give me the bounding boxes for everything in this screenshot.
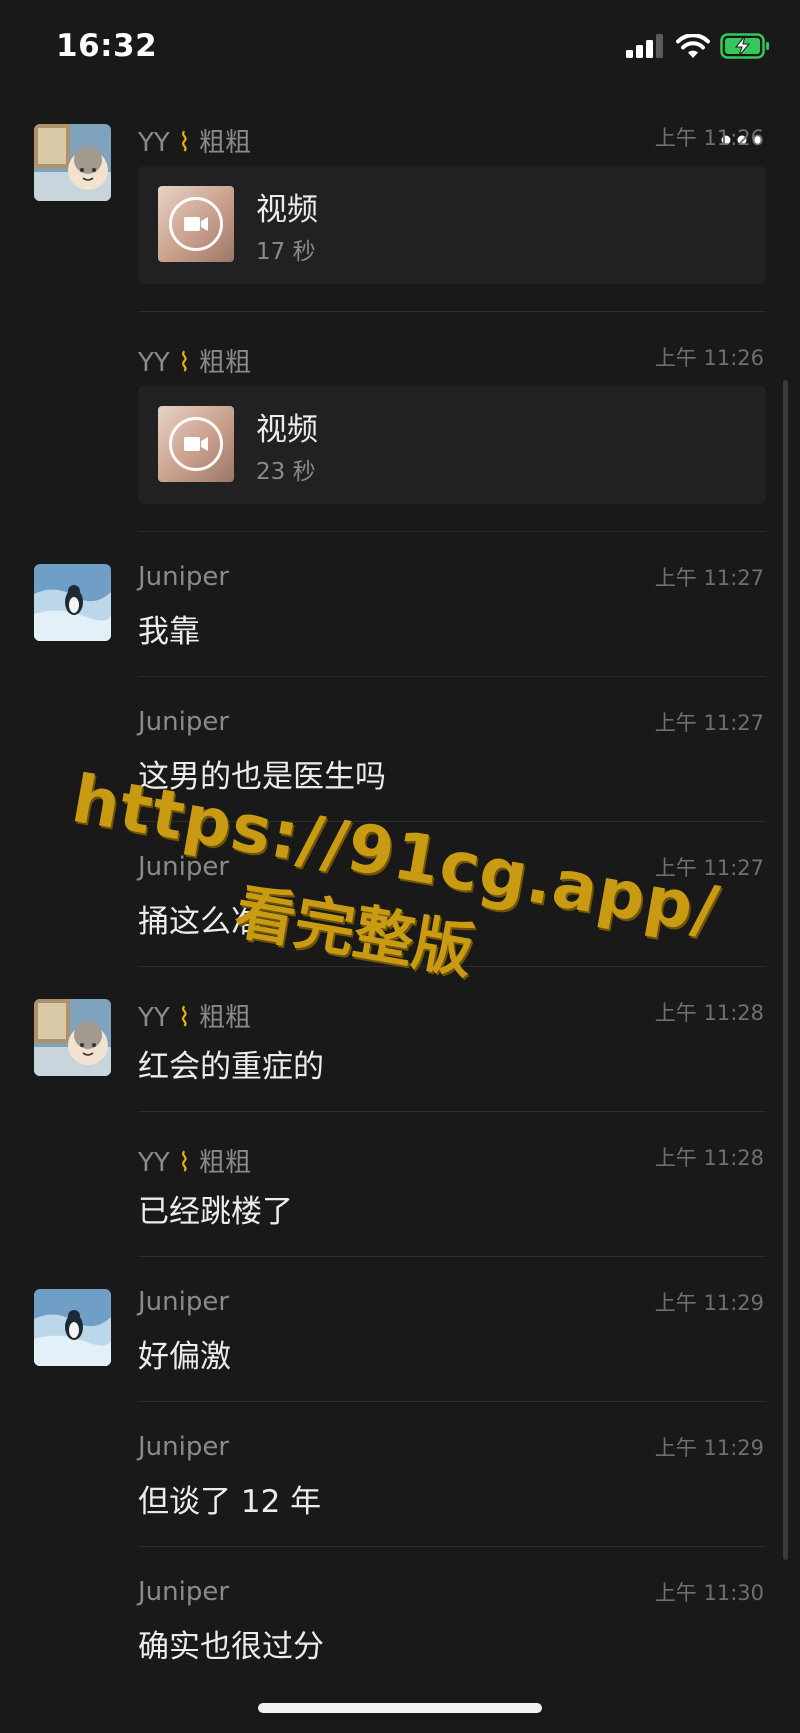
message-time: 上午 11:27 — [654, 711, 764, 735]
leg-emoji-icon: ⌇ — [178, 1003, 191, 1033]
sender-name: YY ⌇ 粗粗 — [138, 128, 252, 158]
battery-charging-icon — [720, 33, 769, 59]
message-item: Juniper 上午 11:29 好偏激 — [0, 1281, 800, 1402]
leg-emoji-icon: ⌇ — [178, 128, 191, 158]
video-message-card[interactable]: 视频 17 秒 — [138, 166, 766, 284]
sender-name: Juniper — [138, 1287, 230, 1317]
message-text: 但谈了 12 年 — [138, 1484, 322, 1520]
sender-name: Juniper — [138, 1432, 230, 1462]
video-duration: 17 秒 — [256, 239, 316, 265]
message-time: 上午 11:27 — [654, 566, 764, 590]
message-item: YY ⌇ 粗粗 上午 11:26 视频 23 秒 — [0, 336, 800, 536]
divider — [138, 1256, 766, 1257]
message-item: YY ⌇ 粗粗 上午 11:28 已经跳楼了 — [0, 1136, 800, 1257]
avatar[interactable] — [34, 124, 111, 201]
sender-name: YY ⌇ 粗粗 — [138, 1148, 252, 1178]
cellular-signal-icon — [626, 34, 663, 58]
message-time: 上午 11:29 — [654, 1291, 764, 1315]
divider — [138, 1111, 766, 1112]
message-time: 上午 11:30 — [654, 1581, 764, 1605]
message-item: Juniper 上午 11:29 但谈了 12 年 — [0, 1426, 800, 1547]
avatar[interactable] — [34, 999, 111, 1076]
scrollbar[interactable] — [783, 380, 788, 1560]
message-item: YY ⌇ 粗粗 上午 11:26 视频 17 秒 — [0, 116, 800, 316]
message-item: Juniper 上午 11:30 确实也很过分 — [0, 1571, 800, 1681]
video-title: 视频 — [256, 192, 318, 228]
status-time: 16:32 — [56, 28, 158, 64]
video-thumbnail — [158, 406, 234, 482]
sender-name: YY ⌇ 粗粗 — [138, 348, 252, 378]
wifi-icon — [676, 33, 710, 58]
video-message-card[interactable]: 视频 23 秒 — [138, 386, 766, 504]
sender-name: Juniper — [138, 1577, 230, 1607]
message-text: 确实也很过分 — [138, 1629, 324, 1665]
video-camera-icon — [169, 417, 223, 471]
home-indicator[interactable] — [258, 1703, 542, 1713]
video-duration: 23 秒 — [256, 459, 316, 485]
message-time: 上午 11:29 — [654, 1436, 764, 1460]
leg-emoji-icon: ⌇ — [178, 1148, 191, 1178]
message-time: 上午 11:26 — [654, 126, 764, 150]
message-text: 好偏激 — [138, 1339, 231, 1375]
divider — [138, 311, 766, 312]
message-text: 我靠 — [138, 614, 200, 650]
video-thumbnail — [158, 186, 234, 262]
message-text: 红会的重症的 — [138, 1049, 324, 1085]
divider — [138, 676, 766, 677]
message-text: 已经跳楼了 — [138, 1194, 293, 1230]
divider — [138, 1401, 766, 1402]
message-time: 上午 11:28 — [654, 1146, 764, 1170]
video-title: 视频 — [256, 412, 318, 448]
divider — [138, 531, 766, 532]
sender-name: YY ⌇ 粗粗 — [138, 1003, 252, 1033]
video-camera-icon — [169, 197, 223, 251]
chat-history-screen: 16:32 YY ⌇ 粗粗 上午 11:26 视频 17 秒 YY ⌇ 粗粗 上… — [0, 0, 800, 1733]
sender-name: Juniper — [138, 707, 230, 737]
message-item: Juniper 上午 11:27 我靠 — [0, 556, 800, 677]
divider — [138, 1546, 766, 1547]
avatar[interactable] — [34, 1289, 111, 1366]
sender-name: Juniper — [138, 562, 230, 592]
avatar[interactable] — [34, 564, 111, 641]
leg-emoji-icon: ⌇ — [178, 348, 191, 378]
message-time: 上午 11:26 — [654, 346, 764, 370]
status-icons — [626, 33, 770, 59]
